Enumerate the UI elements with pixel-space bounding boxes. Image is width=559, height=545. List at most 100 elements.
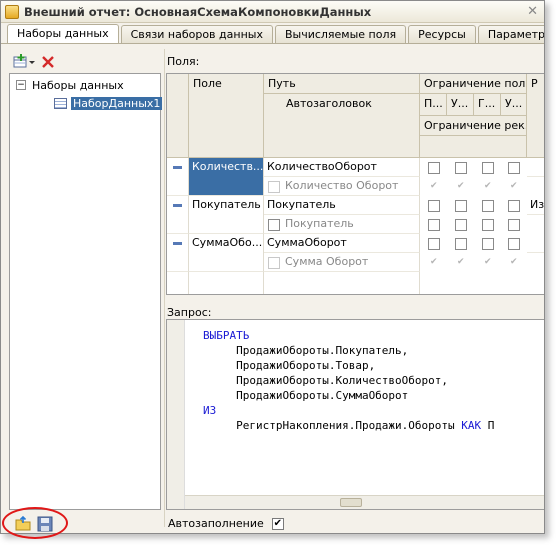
path-cell[interactable]: Покупатель (264, 196, 420, 215)
restrict-u2-checkbox[interactable] (508, 200, 520, 212)
row-marker-icon (173, 242, 182, 245)
autofill-option[interactable]: Автозаполнение ✔ (168, 517, 284, 530)
restrict-req-checkbox[interactable] (428, 219, 440, 231)
role-cell[interactable] (527, 234, 544, 253)
query-editor[interactable]: ВЫБРАТЬ ПродажиОбороты.Покупатель, Прода… (166, 319, 544, 510)
restrict-g-checkbox[interactable] (482, 200, 494, 212)
restrict-u2-checkbox[interactable] (508, 162, 520, 174)
row-marker-icon (173, 166, 182, 169)
title-cell[interactable]: Сумма Оборот (264, 253, 420, 272)
query-hscrollbar[interactable] (185, 495, 544, 509)
check-icon: ✔ (510, 257, 518, 267)
fields-label: Поля: (167, 55, 200, 68)
path-cell[interactable] (264, 272, 420, 294)
query-line: РегистрНакопления.Продажи.Обороты КАК П (203, 419, 495, 432)
restrict-u1-checkbox[interactable] (455, 200, 467, 212)
title-cell[interactable]: Покупатель (264, 215, 420, 234)
window-title: Внешний отчет: ОсновнаяСхемаКомпоновкиДа… (24, 4, 372, 19)
tab-resources[interactable]: Ресурсы (408, 25, 476, 44)
restrict-req-checkbox[interactable] (455, 219, 467, 231)
tree-item-dataset1[interactable]: НаборДанных1 (54, 95, 163, 111)
collapse-icon[interactable]: − (16, 80, 26, 90)
restrict-req-checkbox[interactable] (482, 219, 494, 231)
restrict-u1-checkbox[interactable] (455, 162, 467, 174)
tree-item-label: НаборДанных1 (71, 96, 163, 110)
row-marker-icon (173, 204, 182, 207)
panel-splitter[interactable] (164, 49, 165, 527)
autotitle-checkbox[interactable] (268, 219, 280, 231)
check-icon: ✔ (457, 257, 465, 267)
header-field-restriction[interactable]: Ограничение поля (420, 74, 527, 94)
header-col-u2[interactable]: У... (501, 94, 527, 116)
tab-calculated-fields[interactable]: Вычисляемые поля (274, 25, 407, 44)
row-marker-cell (167, 158, 189, 196)
header-role[interactable]: Р (527, 74, 544, 158)
app-icon (5, 4, 19, 19)
autofill-label: Автозаполнение (168, 517, 264, 530)
query-line: ПродажиОбороты.СуммаОборот (203, 389, 409, 402)
close-icon[interactable]: ✕ (527, 4, 538, 19)
header-requisite-restriction[interactable]: Ограничение рек... (420, 116, 527, 136)
field-cell[interactable]: СуммаОбо... (189, 234, 264, 272)
restrict-p-checkbox[interactable] (428, 238, 440, 250)
header-autotitle[interactable]: Автозаголовок (264, 94, 420, 158)
restrict-req-checkbox[interactable] (508, 219, 520, 231)
row-marker-cell (167, 272, 189, 294)
tab-parameters[interactable]: Параметры (477, 25, 544, 44)
tab-datasets[interactable]: Наборы данных (7, 24, 119, 44)
query-line: ПродажиОбороты.Товар, (203, 359, 376, 372)
restrict-u2-checkbox[interactable] (508, 238, 520, 250)
tab-bar: Наборы данных Связи наборов данных Вычис… (7, 24, 544, 44)
scroll-thumb[interactable] (340, 498, 362, 507)
check-icon: ✔ (430, 181, 438, 191)
window: Внешний отчет: ОсновнаяСхемаКомпоновкиДа… (0, 0, 545, 534)
title-cell[interactable]: Количество Оборот (264, 177, 420, 196)
restrict-u1-checkbox[interactable] (455, 238, 467, 250)
header-field[interactable]: Поле (189, 74, 264, 158)
header-col-p[interactable]: П... (420, 94, 447, 116)
tab-divider (1, 43, 544, 44)
path-cell[interactable]: КоличествоОборот (264, 158, 420, 177)
header-col-u1[interactable]: У... (447, 94, 474, 116)
check-icon: ✔ (430, 257, 438, 267)
tree-root-label: Наборы данных (32, 78, 124, 92)
query-line: ПродажиОбороты.КоличествоОборот, (203, 374, 449, 387)
field-cell-selected[interactable]: Количеств... (189, 158, 264, 196)
header-restriction-sub (420, 136, 527, 158)
query-line: ПродажиОбороты.Покупатель, (203, 344, 409, 357)
dataset-icon (54, 97, 67, 109)
check-icon: ✔ (457, 181, 465, 191)
restrict-p-checkbox[interactable] (428, 162, 440, 174)
dataset-tree[interactable]: − Наборы данных НаборДанных1 (9, 73, 163, 510)
fields-table[interactable]: Поле Путь Автозаголовок Ограничение поля… (166, 73, 544, 295)
autotitle-checkbox[interactable] (268, 257, 280, 269)
delete-icon[interactable] (41, 55, 55, 69)
header-corner (167, 74, 189, 158)
restrict-g-checkbox[interactable] (482, 162, 494, 174)
role-cell[interactable]: Из (527, 196, 544, 215)
add-dataset-icon[interactable] (13, 54, 35, 70)
restrict-g-checkbox[interactable] (482, 238, 494, 250)
restrict-p-checkbox[interactable] (428, 200, 440, 212)
field-cell[interactable]: Покупатель (189, 196, 264, 234)
tree-root[interactable]: − Наборы данных (16, 77, 124, 93)
header-path[interactable]: Путь (264, 74, 420, 94)
query-line: ИЗ (203, 404, 217, 417)
query-line: ВЫБРАТЬ (203, 329, 250, 342)
row-marker-cell (167, 234, 189, 272)
check-icon: ✔ (510, 181, 518, 191)
tab-dataset-links[interactable]: Связи наборов данных (120, 25, 273, 44)
query-label: Запрос: (167, 306, 212, 319)
field-cell[interactable] (189, 272, 264, 294)
row-marker-cell (167, 196, 189, 234)
autotitle-checkbox[interactable] (268, 181, 280, 193)
path-cell[interactable]: СуммаОборот (264, 234, 420, 253)
header-col-g[interactable]: Г... (474, 94, 501, 116)
title-bar: Внешний отчет: ОсновнаяСхемаКомпоновкиДа… (1, 1, 544, 23)
left-toolbar (13, 53, 55, 71)
role-cell[interactable] (527, 158, 544, 177)
query-gutter (167, 320, 185, 509)
highlight-annotation (2, 507, 68, 539)
autofill-checkbox[interactable]: ✔ (271, 517, 284, 530)
check-icon: ✔ (484, 257, 492, 267)
